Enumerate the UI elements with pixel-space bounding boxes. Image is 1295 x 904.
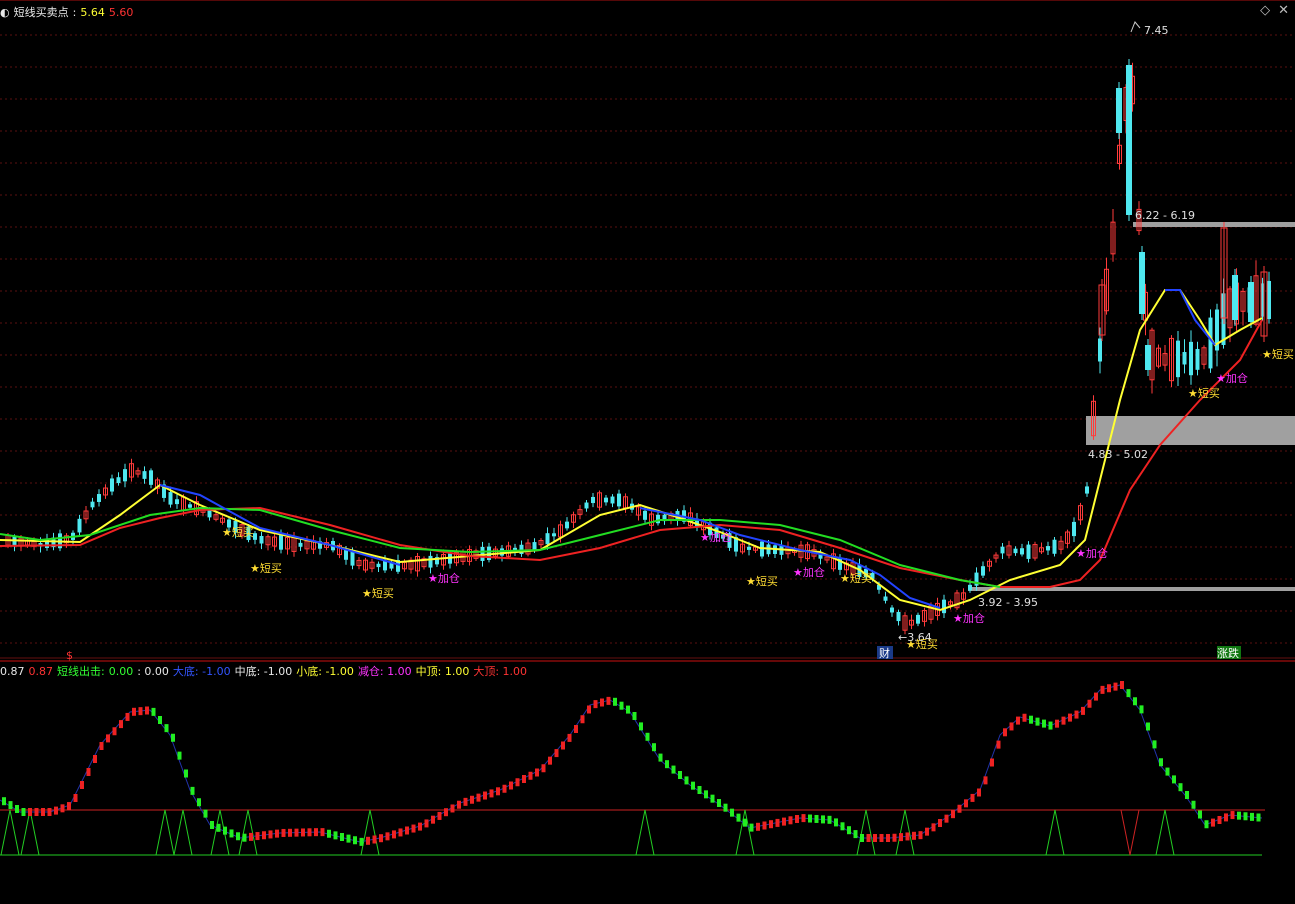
buy-signal: ★短买 (840, 571, 872, 585)
high-pointer (1130, 21, 1141, 33)
small-bottom: 小底: -1.00 (296, 665, 354, 678)
reduce: 减仓: 1.00 (357, 665, 412, 678)
buy-signal: ★短买 (1188, 386, 1220, 400)
upper-zone-bar (1133, 222, 1295, 227)
buy-signal: ★短买 (906, 637, 938, 651)
rise-fall-marker: 涨跌 (1217, 646, 1239, 660)
buy-signal: ★短买 (362, 586, 394, 600)
cai-marker: 财 (879, 646, 890, 660)
ind-v1: 0.87 (0, 665, 25, 678)
window-controls: ◇ ✕ (1252, 3, 1289, 18)
indicator-header: 0.87 0.87 短线出击: 0.00: 0.00 大底: -1.00 中底: -1.0… (0, 663, 531, 679)
high-label: 7.45 (1144, 24, 1169, 37)
short-out-val: 0.00 (108, 665, 134, 678)
ind-v2: 0.87 (28, 665, 54, 678)
buy-signal: ★短买 (222, 525, 254, 539)
mid-zone-band (1086, 416, 1295, 445)
add-signal: ★加仓 (1216, 371, 1248, 385)
close-icon[interactable]: ✕ (1278, 3, 1289, 18)
upper-zone-label: 6.22 - 6.19 (1135, 209, 1195, 222)
big-top: 大顶: 1.00 (473, 665, 528, 678)
mid-top: 中顶: 1.00 (415, 665, 470, 678)
sep-val: : 0.00 (137, 665, 169, 678)
chart-header: ◐ 短线买卖点:5.64 5.60 (0, 6, 134, 19)
add-signal: ★加仓 (700, 530, 732, 544)
big-bottom: 大底: -1.00 (172, 665, 231, 678)
indicator-title: 短线买卖点 (13, 6, 69, 19)
signal-triangles (0, 809, 1175, 856)
buy-signal: ★短买 (250, 561, 282, 575)
mid-bottom: 中底: -1.00 (234, 665, 293, 678)
buy-signal: ★短买 (746, 574, 778, 588)
trade-signals: ★短买★短买★短买★短买 ★短买★短买★短买★短买★加仓★加仓★加仓★加仓★加仓★… (222, 347, 1294, 651)
indicator-pane (0, 681, 1265, 856)
add-signal: ★加仓 (1076, 546, 1108, 560)
oscillator-blocks (0, 681, 1263, 846)
add-signal: ★加仓 (428, 571, 460, 585)
buy-signal: ★短买 (1262, 347, 1294, 361)
stock-chart[interactable]: 7.45 6.22 - 6.19 4.83 - 5.02 3.92 - 3.95… (0, 0, 1295, 904)
low-zone-label: 3.92 - 3.95 (978, 596, 1038, 609)
chevron-icon[interactable]: ◐ (0, 6, 10, 19)
moving-averages (0, 289, 1263, 612)
add-signal: ★加仓 (953, 611, 985, 625)
bottom-markers: $ 财 涨跌 (66, 646, 1241, 662)
value-a: 5.64 (80, 6, 105, 19)
add-signal: ★加仓 (793, 565, 825, 579)
support-resistance-zones (968, 222, 1295, 591)
mid-zone-label: 4.83 - 5.02 (1088, 448, 1148, 461)
short-out-label: 短线出击: (57, 665, 105, 678)
settings-icon[interactable]: ◇ (1260, 3, 1270, 18)
value-b: 5.60 (108, 6, 134, 19)
s-marker: $ (66, 649, 73, 662)
